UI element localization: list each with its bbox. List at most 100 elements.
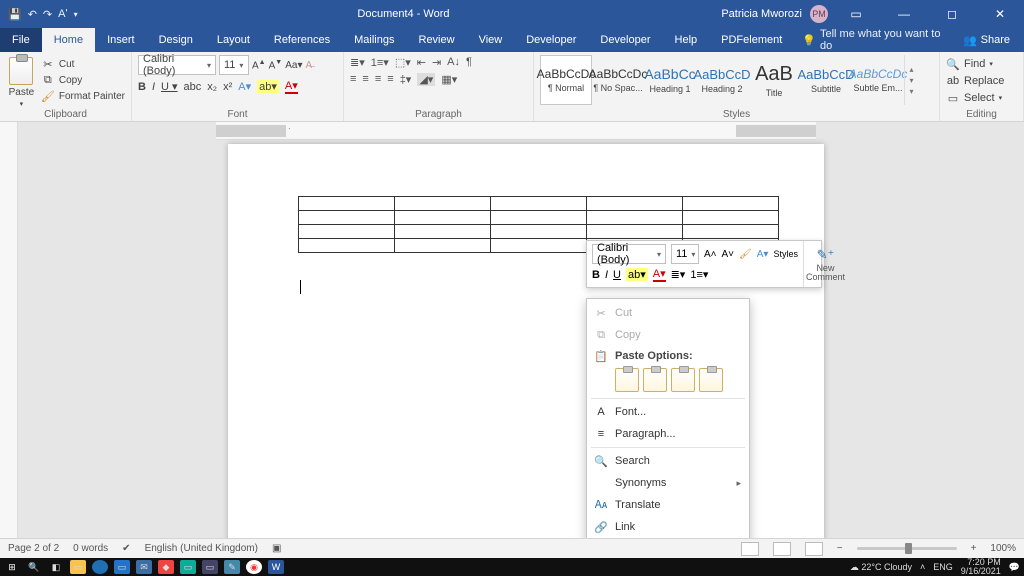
change-case-icon[interactable]: Aa▾ bbox=[285, 60, 302, 71]
cm-link[interactable]: 🔗Link bbox=[587, 516, 749, 538]
justify-icon[interactable]: ≡ bbox=[387, 73, 393, 86]
shading-icon[interactable]: ◢▾ bbox=[417, 73, 435, 86]
superscript-button[interactable]: x² bbox=[223, 81, 232, 93]
cut-button[interactable]: ✂Cut bbox=[41, 57, 125, 71]
paste-text-only[interactable] bbox=[699, 368, 723, 392]
app-icon-4[interactable]: ✎ bbox=[224, 560, 240, 574]
user-avatar[interactable]: PM bbox=[810, 5, 828, 23]
style-subtle-em---[interactable]: AaBbCcDcSubtle Em... bbox=[852, 55, 904, 105]
line-spacing-icon[interactable]: ‡▾ bbox=[400, 73, 412, 86]
align-right-icon[interactable]: ≡ bbox=[375, 73, 381, 86]
clock[interactable]: 7:20 PM 9/16/2021 bbox=[961, 558, 1001, 576]
tab-pdfelement[interactable]: PDFelement bbox=[709, 28, 794, 52]
cm-synonyms[interactable]: Synonyms▸ bbox=[587, 472, 749, 494]
mini-new-comment[interactable]: ✎⁺ New Comment bbox=[803, 241, 847, 287]
styles-more[interactable]: ▴▾▾ bbox=[904, 55, 918, 105]
macro-icon[interactable]: ▣ bbox=[272, 543, 281, 554]
close-button[interactable]: ✕ bbox=[980, 0, 1020, 28]
print-layout-button[interactable] bbox=[773, 542, 791, 556]
highlight-icon[interactable]: ab▾ bbox=[257, 80, 279, 93]
zoom-slider[interactable] bbox=[857, 547, 957, 550]
word-taskbar-icon[interactable]: W bbox=[268, 560, 284, 574]
tab-view[interactable]: View bbox=[467, 28, 515, 52]
style-heading-2[interactable]: AaBbCcDHeading 2 bbox=[696, 55, 748, 105]
language-tray[interactable]: ENG bbox=[933, 562, 953, 572]
cm-font[interactable]: AFont... bbox=[587, 401, 749, 423]
mail-icon[interactable]: ✉ bbox=[136, 560, 152, 574]
tab-review[interactable]: Review bbox=[407, 28, 467, 52]
shrink-font-icon[interactable]: A▼ bbox=[269, 59, 283, 71]
grow-font-icon[interactable]: A▲ bbox=[252, 59, 266, 71]
weather-widget[interactable]: ☁ 22°C Cloudy bbox=[850, 562, 912, 573]
styles-gallery[interactable]: AaBbCcDc¶ NormalAaBbCcDc¶ No Spac...AaBb… bbox=[540, 55, 933, 105]
start-button[interactable]: ⊞ bbox=[4, 560, 20, 574]
user-name[interactable]: Patricia Mworozi bbox=[721, 8, 802, 20]
paste-merge[interactable] bbox=[643, 368, 667, 392]
paste-button[interactable]: Paste ▾ bbox=[6, 55, 37, 108]
format-painter-button[interactable]: 🖌Format Painter bbox=[41, 89, 125, 103]
word-count[interactable]: 0 words bbox=[73, 543, 108, 554]
web-layout-button[interactable] bbox=[805, 542, 823, 556]
undo-icon[interactable]: ↶ bbox=[28, 8, 37, 21]
language-indicator[interactable]: English (United Kingdom) bbox=[145, 543, 258, 554]
mini-grow-icon[interactable]: A˄ bbox=[704, 249, 717, 260]
chrome-icon[interactable]: ◉ bbox=[246, 560, 262, 574]
zoom-out-button[interactable]: − bbox=[837, 543, 843, 554]
maximize-button[interactable]: ◻ bbox=[932, 0, 972, 28]
tell-me-search[interactable]: 💡 Tell me what you want to do bbox=[802, 28, 949, 52]
mini-bold[interactable]: B bbox=[592, 269, 600, 281]
mini-styles-label[interactable]: Styles bbox=[773, 249, 798, 259]
tab-home[interactable]: Home bbox=[42, 28, 95, 52]
paste-picture[interactable] bbox=[671, 368, 695, 392]
increase-indent-icon[interactable]: ⇥ bbox=[432, 56, 441, 69]
touch-mode-icon[interactable]: Aʹ bbox=[58, 8, 67, 20]
ribbon-options-icon[interactable]: ▭ bbox=[836, 0, 876, 28]
strike-button[interactable]: abc bbox=[184, 81, 202, 93]
tab-developer[interactable]: Developer bbox=[514, 28, 588, 52]
align-center-icon[interactable]: ≡ bbox=[362, 73, 368, 86]
notifications-icon[interactable]: 💬 bbox=[1009, 562, 1020, 573]
cm-search[interactable]: 🔍Search bbox=[587, 450, 749, 472]
numbering-icon[interactable]: 1≡▾ bbox=[371, 56, 389, 69]
app-icon-1[interactable]: ◆ bbox=[158, 560, 174, 574]
replace-button[interactable]: abReplace bbox=[946, 74, 1017, 88]
style-subtitle[interactable]: AaBbCcDSubtitle bbox=[800, 55, 852, 105]
style-heading-1[interactable]: AaBbCcHeading 1 bbox=[644, 55, 696, 105]
find-button[interactable]: 🔍Find ▾ bbox=[946, 57, 1017, 71]
tab-design[interactable]: Design bbox=[147, 28, 205, 52]
multilevel-icon[interactable]: ⬚▾ bbox=[395, 56, 411, 69]
borders-icon[interactable]: ▦▾ bbox=[441, 73, 457, 86]
mini-highlight-icon[interactable]: ab▾ bbox=[626, 268, 648, 281]
bullets-icon[interactable]: ≣▾ bbox=[350, 56, 365, 69]
task-view-icon[interactable]: ◧ bbox=[48, 560, 64, 574]
search-taskbar-icon[interactable]: 🔍 bbox=[26, 560, 42, 574]
underline-button[interactable]: U ▾ bbox=[161, 80, 178, 93]
zoom-in-button[interactable]: + bbox=[971, 543, 977, 554]
tab-mailings[interactable]: Mailings bbox=[342, 28, 406, 52]
mini-size-combo[interactable]: 11▾ bbox=[671, 244, 699, 264]
edge-icon[interactable] bbox=[92, 560, 108, 574]
minimize-button[interactable]: — bbox=[884, 0, 924, 28]
redo-icon[interactable]: ↷ bbox=[43, 8, 52, 21]
mini-underline[interactable]: U bbox=[613, 269, 621, 281]
italic-button[interactable]: I bbox=[152, 81, 155, 93]
font-color-icon[interactable]: A▾ bbox=[285, 79, 298, 94]
show-marks-icon[interactable]: ¶ bbox=[466, 56, 472, 69]
store-icon[interactable]: ▭ bbox=[114, 560, 130, 574]
tab-references[interactable]: References bbox=[262, 28, 342, 52]
style---no-spac---[interactable]: AaBbCcDc¶ No Spac... bbox=[592, 55, 644, 105]
copy-button[interactable]: ⧉Copy bbox=[41, 73, 125, 87]
paste-keep-source[interactable] bbox=[615, 368, 639, 392]
tab-developer[interactable]: Developer bbox=[588, 28, 662, 52]
text-effects-icon[interactable]: A▾ bbox=[238, 80, 251, 93]
mini-numbering-icon[interactable]: 1≡▾ bbox=[690, 268, 708, 281]
app-icon-3[interactable]: ▭ bbox=[202, 560, 218, 574]
bold-button[interactable]: B bbox=[138, 81, 146, 93]
font-size-combo[interactable]: 11▾ bbox=[219, 55, 249, 75]
mini-font-color-icon[interactable]: A▾ bbox=[653, 267, 666, 282]
font-name-combo[interactable]: Calibri (Body)▾ bbox=[138, 55, 216, 75]
subscript-button[interactable]: x₂ bbox=[207, 81, 217, 93]
cm-translate[interactable]: 🗛Translate bbox=[587, 494, 749, 516]
page-indicator[interactable]: Page 2 of 2 bbox=[8, 543, 59, 554]
mini-shrink-icon[interactable]: A˅ bbox=[722, 249, 735, 260]
